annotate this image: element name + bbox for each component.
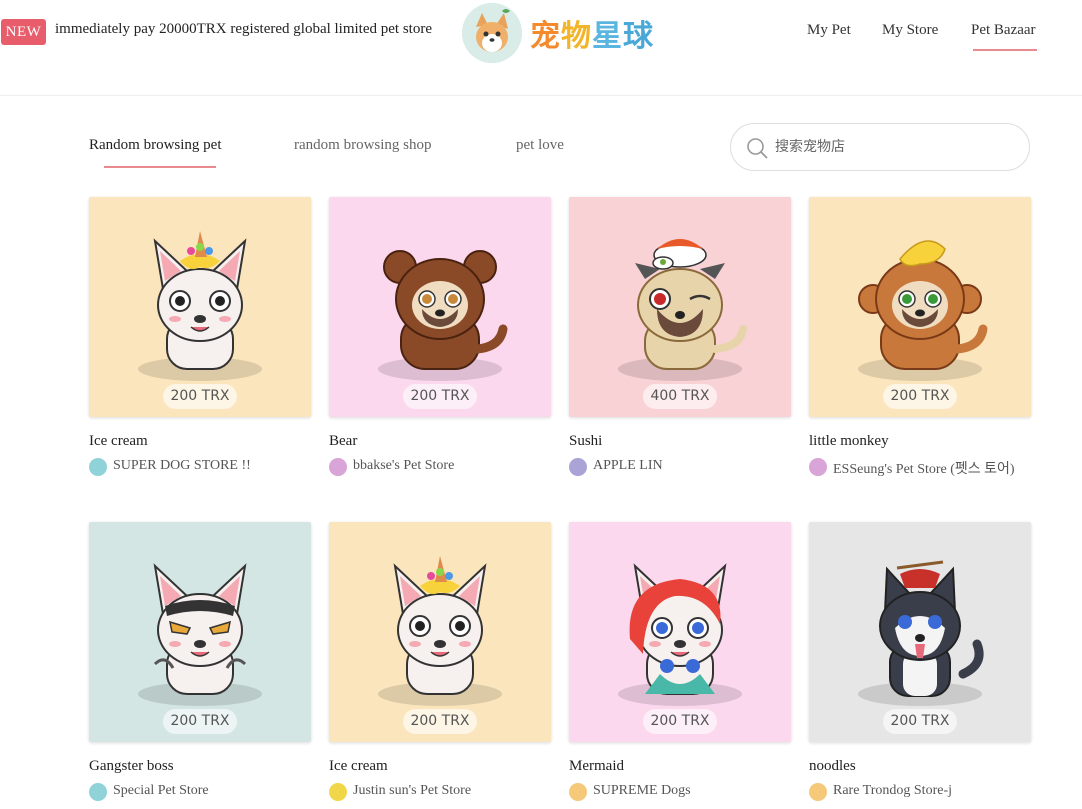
store-name[interactable]: SUPER DOG STORE !! xyxy=(113,458,251,474)
store-name[interactable]: APPLE LIN xyxy=(593,458,663,474)
search-icon[interactable] xyxy=(746,137,768,159)
price-badge: 200 TRX xyxy=(163,384,237,409)
store-name[interactable]: Rare Trondog Store-j xyxy=(833,783,952,799)
pet-card[interactable]: 200 TRX Gangster boss Special Pet Store xyxy=(89,522,311,801)
pet-image[interactable]: 400 TRX xyxy=(569,197,791,417)
store-name[interactable]: Justin sun's Pet Store xyxy=(353,783,471,799)
store-avatar-icon xyxy=(89,458,107,476)
pet-card[interactable]: 200 TRX Bear bbakse's Pet Store xyxy=(329,197,551,476)
logo-char: 球 xyxy=(623,19,654,54)
logo-char: 物 xyxy=(561,19,592,54)
pet-name[interactable]: Gangster boss xyxy=(89,758,174,775)
nav-my-pet[interactable]: My Pet xyxy=(807,22,851,39)
pet-name[interactable]: Ice cream xyxy=(329,758,388,775)
pet-card[interactable]: 200 TRX noodles Rare Trondog Store-j xyxy=(809,522,1031,801)
pet-name[interactable]: Mermaid xyxy=(569,758,624,775)
logo-char: 宠 xyxy=(530,19,561,54)
pet-card[interactable]: 200 TRX Ice cream Justin sun's Pet Store xyxy=(329,522,551,801)
site-logo[interactable]: 宠物星球 xyxy=(462,3,662,63)
price-badge: 200 TRX xyxy=(163,709,237,734)
pet-image[interactable]: 200 TRX xyxy=(89,522,311,742)
store-avatar-icon xyxy=(569,783,587,801)
price-badge: 200 TRX xyxy=(403,384,477,409)
price-badge: 200 TRX xyxy=(883,384,957,409)
store-name[interactable]: bbakse's Pet Store xyxy=(353,458,454,474)
price-badge: 400 TRX xyxy=(643,384,717,409)
nav-my-store[interactable]: My Store xyxy=(882,22,938,39)
search-box[interactable] xyxy=(730,123,1030,171)
pet-card[interactable]: 200 TRX little monkey ESSeung's Pet Store … xyxy=(809,197,1031,477)
nav-pet-bazaar[interactable]: Pet Bazaar xyxy=(971,22,1036,39)
new-badge: NEW xyxy=(1,19,46,45)
pet-name[interactable]: Sushi xyxy=(569,433,602,450)
pet-image[interactable]: 200 TRX xyxy=(569,522,791,742)
tab-pet-love[interactable]: pet love xyxy=(516,137,564,154)
logo-char: 星 xyxy=(592,19,623,54)
price-badge: 200 TRX xyxy=(643,709,717,734)
pet-name[interactable]: Ice cream xyxy=(89,433,148,450)
price-badge: 200 TRX xyxy=(883,709,957,734)
tab-random-shop[interactable]: random browsing shop xyxy=(294,137,432,154)
logo-text: 宠物星球 xyxy=(530,11,654,55)
nav-active-indicator xyxy=(973,49,1037,51)
store-name[interactable]: ESSeung's Pet Store (펫스 토어) xyxy=(833,458,1015,478)
store-avatar-icon xyxy=(809,458,827,476)
pet-image[interactable]: 200 TRX xyxy=(329,197,551,417)
tab-active-indicator xyxy=(104,166,216,168)
store-name[interactable]: SUPREME Dogs xyxy=(593,783,691,799)
announcement-link[interactable]: immediately pay 20000TRX registered glob… xyxy=(55,21,432,38)
logo-dog-icon xyxy=(462,3,522,63)
store-avatar-icon xyxy=(569,458,587,476)
store-avatar-icon xyxy=(329,783,347,801)
pet-image[interactable]: 200 TRX xyxy=(89,197,311,417)
pet-name[interactable]: Bear xyxy=(329,433,357,450)
store-avatar-icon xyxy=(89,783,107,801)
pet-card[interactable]: 200 TRX Ice cream SUPER DOG STORE !! xyxy=(89,197,311,476)
pet-name[interactable]: noodles xyxy=(809,758,856,775)
price-badge: 200 TRX xyxy=(403,709,477,734)
pet-name[interactable]: little monkey xyxy=(809,433,889,450)
store-avatar-icon xyxy=(809,783,827,801)
pet-card[interactable]: 200 TRX Mermaid SUPREME Dogs xyxy=(569,522,791,801)
store-name[interactable]: Special Pet Store xyxy=(113,783,209,799)
pet-image[interactable]: 200 TRX xyxy=(809,522,1031,742)
pet-image[interactable]: 200 TRX xyxy=(809,197,1031,417)
search-input[interactable] xyxy=(775,136,1015,158)
store-avatar-icon xyxy=(329,458,347,476)
tab-random-pet[interactable]: Random browsing pet xyxy=(89,137,222,154)
pet-image[interactable]: 200 TRX xyxy=(329,522,551,742)
pet-card[interactable]: 400 TRX Sushi APPLE LIN xyxy=(569,197,791,476)
top-header: NEW immediately pay 20000TRX registered … xyxy=(0,0,1082,96)
